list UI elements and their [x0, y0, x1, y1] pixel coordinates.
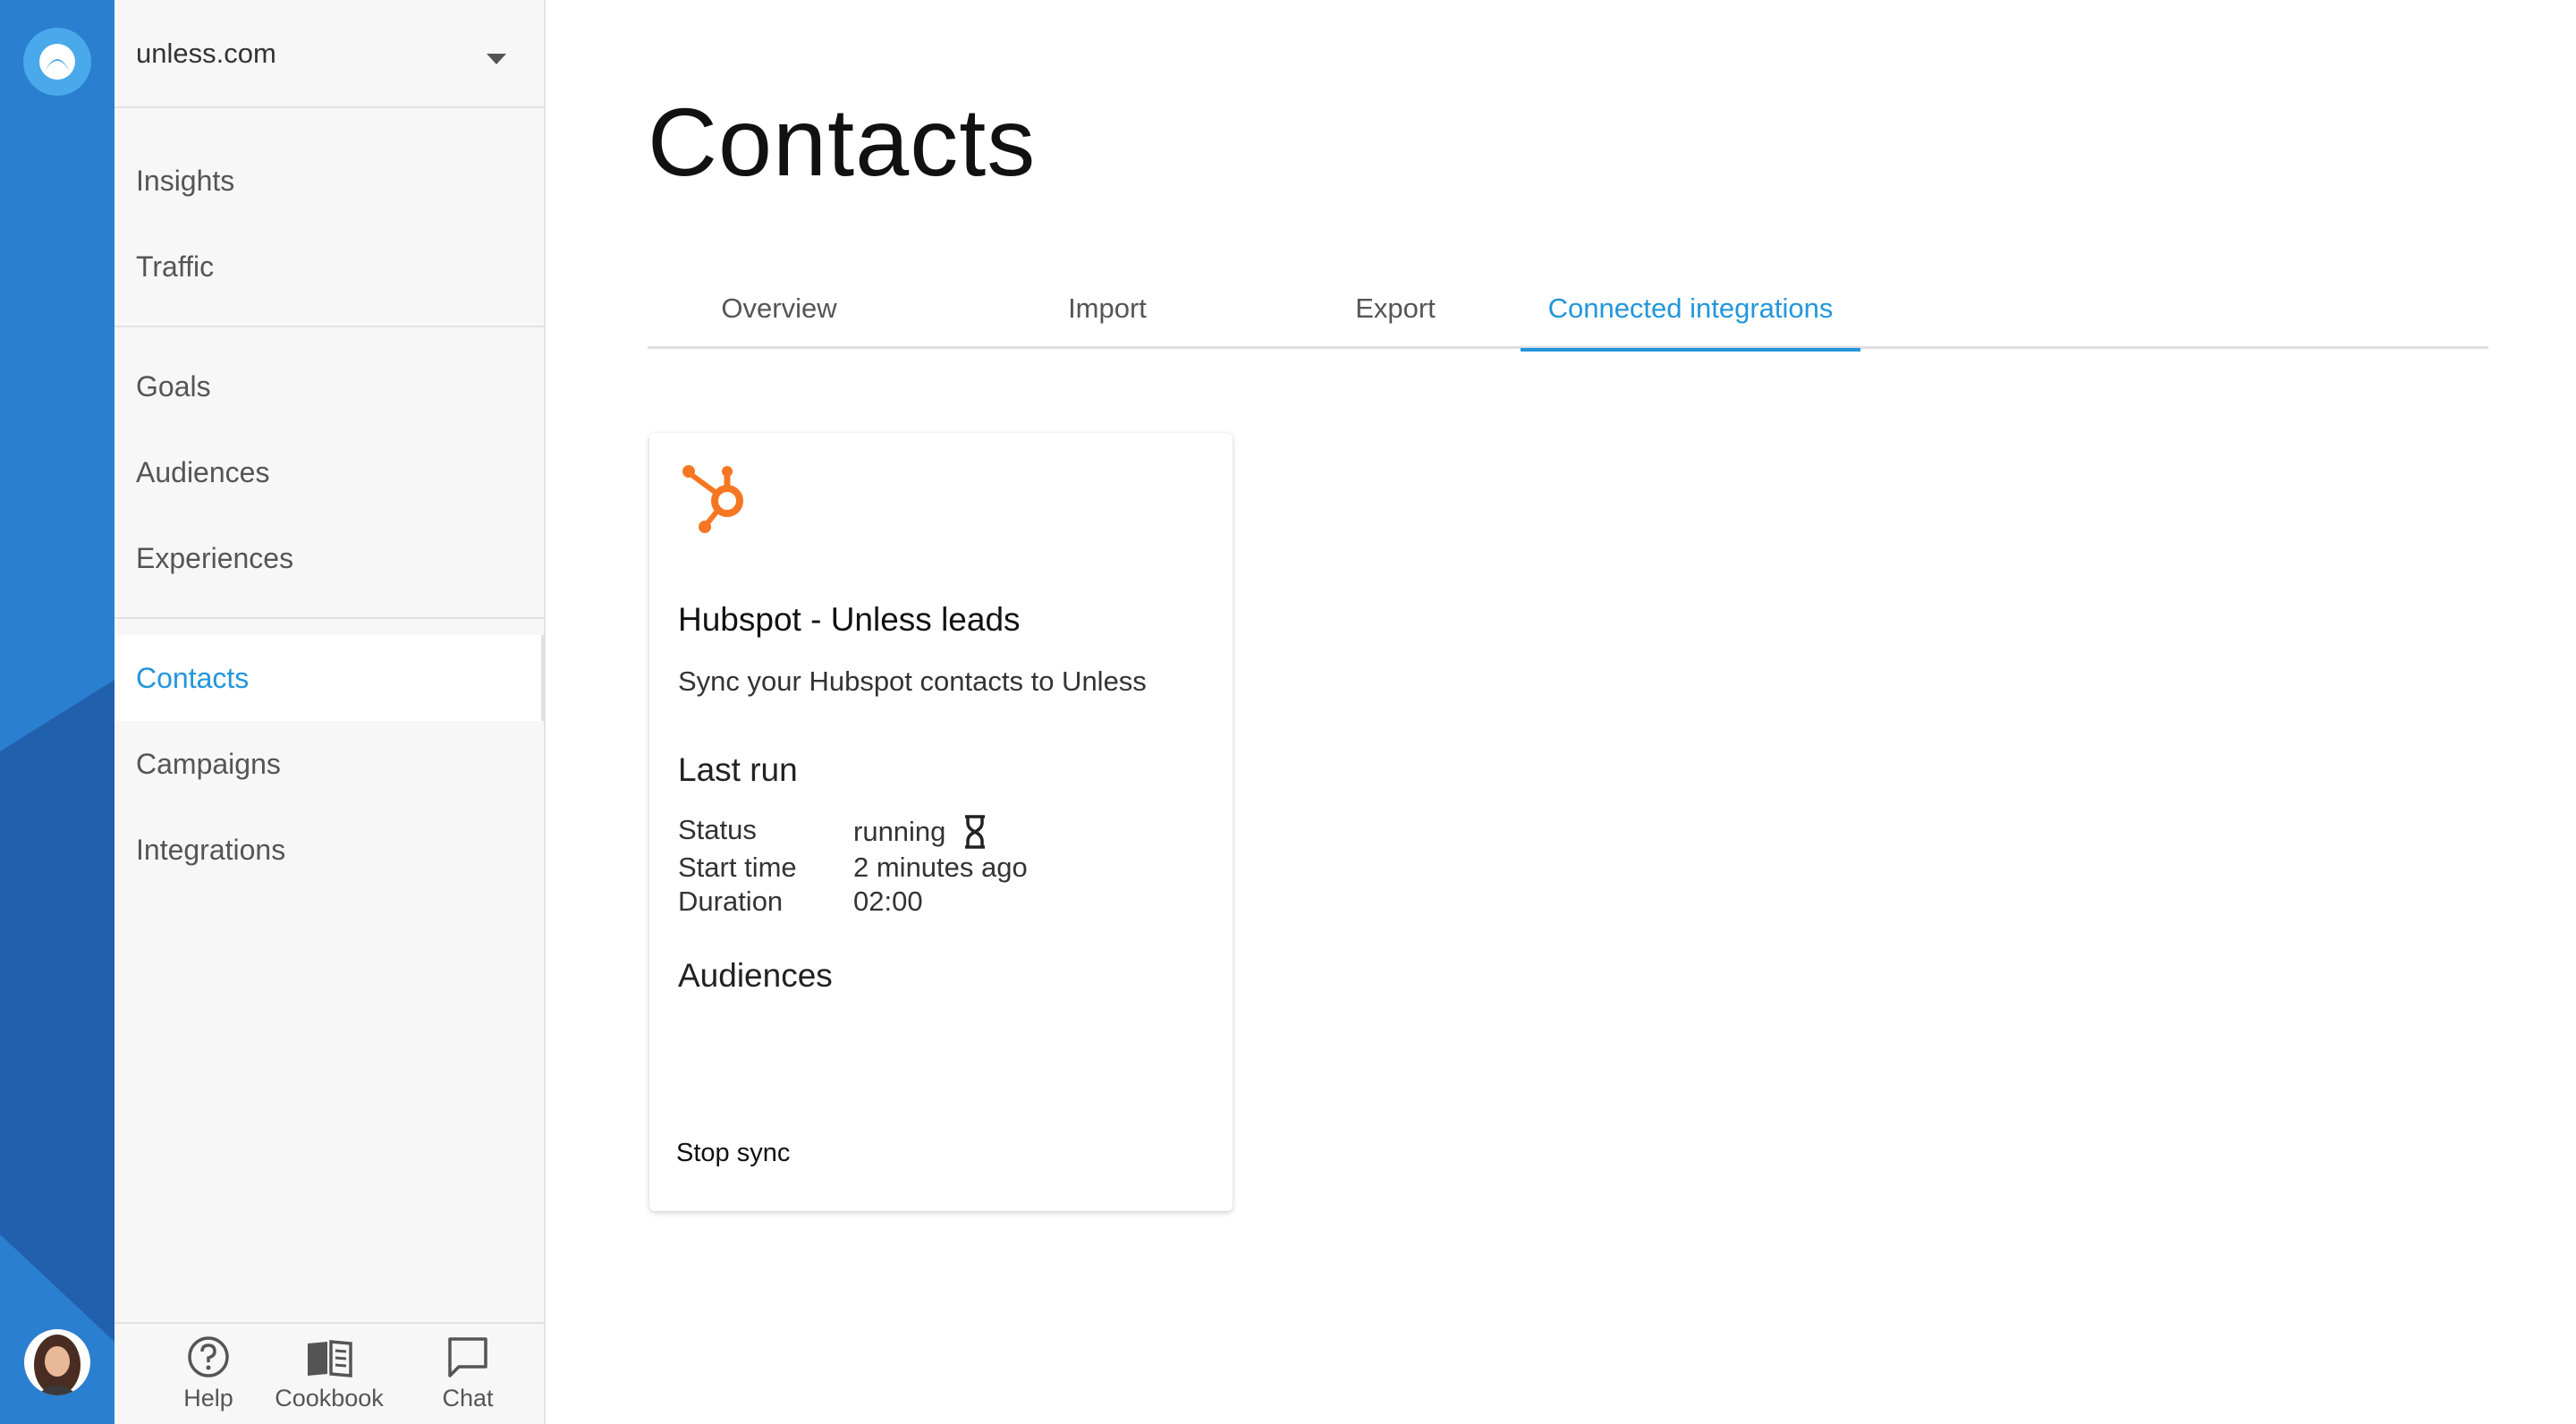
last-run-heading: Last run — [678, 751, 798, 788]
help-icon — [188, 1336, 229, 1377]
nav-group-contacts: Contacts Campaigns Integrations — [114, 635, 546, 893]
sidebar-item-label: Insights — [136, 164, 235, 197]
sidebar-item-contacts[interactable]: Contacts — [114, 635, 546, 721]
sidebar-item-audiences[interactable]: Audiences — [114, 429, 544, 515]
start-time-label: Start time — [678, 852, 797, 883]
status-label: Status — [678, 814, 757, 845]
chat-icon — [448, 1337, 487, 1377]
tab-import[interactable]: Import — [1036, 268, 1179, 349]
app-rail — [0, 0, 114, 1424]
sidebar-item-label: Traffic — [136, 250, 215, 283]
tab-label: Overview — [721, 292, 837, 324]
cookbook-button[interactable]: Cookbook — [267, 1335, 392, 1420]
chat-label: Chat — [442, 1385, 494, 1411]
tab-label: Import — [1068, 292, 1147, 324]
rail-background-shape — [0, 680, 114, 1424]
cookbook-label: Cookbook — [275, 1385, 384, 1411]
help-button[interactable]: Help — [159, 1335, 258, 1420]
sidebar-divider — [114, 326, 544, 327]
hourglass-icon — [965, 815, 986, 849]
tab-export[interactable]: Export — [1324, 268, 1467, 349]
site-selector[interactable]: unless.com — [114, 0, 544, 108]
sidebar-item-label: Integrations — [136, 833, 286, 866]
status-value: running — [853, 816, 946, 847]
tab-overview[interactable]: Overview — [694, 268, 864, 349]
integration-title: Hubspot - Unless leads — [678, 601, 1021, 638]
tab-label: Export — [1355, 292, 1436, 324]
sidebar-item-campaigns[interactable]: Campaigns — [114, 721, 544, 807]
tab-bar: Overview Import Export Connected integra… — [648, 268, 2488, 352]
sidebar-item-label: Experiences — [136, 541, 294, 574]
tab-label: Connected integrations — [1547, 292, 1834, 324]
nav-group-analytics: Insights Traffic — [114, 138, 544, 309]
sidebar-item-experiences[interactable]: Experiences — [114, 515, 544, 601]
sidebar-item-goals[interactable]: Goals — [114, 343, 544, 429]
sidebar-item-integrations[interactable]: Integrations — [114, 807, 544, 893]
sidebar-divider — [114, 617, 544, 619]
sidebar-bottom-bar: Help Cookbook Chat — [114, 1322, 544, 1424]
page-title: Contacts — [648, 88, 1037, 196]
integration-card: Hubspot - Unless leads Sync your Hubspot… — [649, 433, 1233, 1211]
site-selector-value: unless.com — [136, 37, 276, 69]
user-avatar[interactable] — [24, 1329, 90, 1395]
duration-value: 02:00 — [853, 886, 923, 917]
chevron-down-icon — [487, 54, 506, 64]
chat-button[interactable]: Chat — [419, 1335, 517, 1420]
audiences-heading: Audiences — [678, 957, 833, 994]
help-label: Help — [183, 1385, 233, 1411]
sidebar: unless.com Insights Traffic Goals Audien… — [114, 0, 546, 1424]
sidebar-item-label: Goals — [136, 369, 211, 403]
tab-connected-integrations[interactable]: Connected integrations — [1521, 268, 1860, 352]
sidebar-item-traffic[interactable]: Traffic — [114, 224, 544, 309]
app-logo-icon[interactable] — [23, 28, 91, 96]
sidebar-item-insights[interactable]: Insights — [114, 138, 544, 224]
sidebar-item-label: Campaigns — [136, 747, 281, 780]
stop-sync-button[interactable]: Stop sync — [669, 1131, 797, 1175]
duration-label: Duration — [678, 886, 784, 917]
sidebar-item-label: Audiences — [136, 455, 270, 488]
hubspot-icon — [682, 465, 743, 533]
nav-group-personalization: Goals Audiences Experiences — [114, 343, 544, 601]
book-icon — [308, 1340, 352, 1377]
integration-description: Sync your Hubspot contacts to Unless — [678, 665, 1147, 697]
status-value-wrap: running — [853, 814, 987, 850]
sidebar-item-label: Contacts — [136, 661, 250, 694]
start-time-value: 2 minutes ago — [853, 852, 1028, 883]
